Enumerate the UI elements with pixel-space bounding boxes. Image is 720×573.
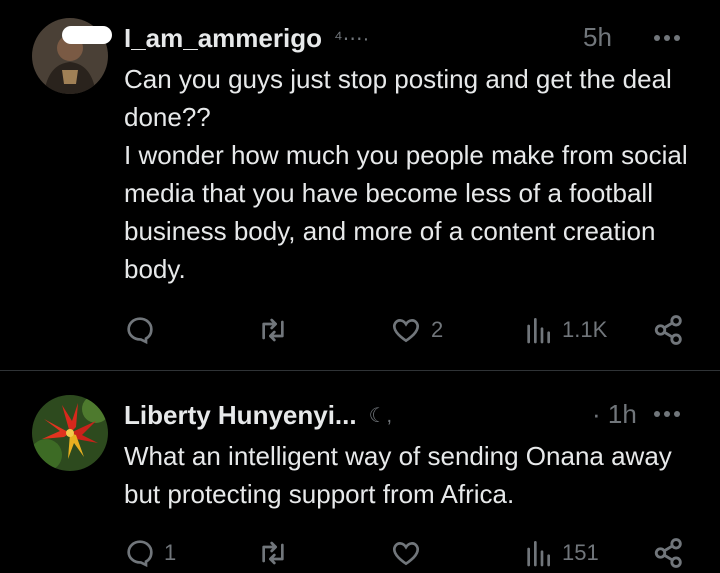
post-text-line: Can you guys just stop posting and get t… [124,64,672,132]
share-icon [654,538,682,568]
avatar-image [32,395,108,471]
timestamp[interactable]: 5h [583,22,612,53]
reply-button[interactable]: 1 [124,533,176,573]
action-bar: 1 151 [124,533,694,573]
reply-icon [127,317,153,345]
handle[interactable]: ⁴⋯· [334,26,369,51]
post-text: What an intelligent way of sending Onana… [124,437,704,513]
more-icon[interactable] [652,409,682,419]
share-button[interactable] [652,533,686,573]
like-button[interactable] [389,533,423,573]
like-button[interactable]: 2 [389,310,443,350]
post-text-line: What an intelligent way of sending Onana… [124,441,672,509]
views-icon [527,541,550,567]
post-2: Liberty Hunyenyi... ☾, · 1h What an inte… [0,371,720,568]
views-button[interactable]: 151 [522,533,599,573]
like-icon [392,319,420,343]
like-icon [392,542,420,566]
post-header: I_am_ammerigo ⁴⋯· [124,18,720,58]
reply-button[interactable] [124,310,156,350]
views-count: 1.1K [562,317,608,342]
views-count: 151 [562,540,599,565]
like-count: 2 [431,317,444,342]
repost-button[interactable] [256,310,290,350]
repost-icon [262,318,284,342]
handle[interactable]: ☾, [369,403,393,428]
post-text-line: I wonder how much you people make from s… [124,140,688,284]
repost-button[interactable] [256,533,290,573]
redaction-mark [62,26,112,44]
timestamp[interactable]: · 1h [592,399,637,430]
username[interactable]: Liberty Hunyenyi... [124,400,357,431]
avatar[interactable] [32,395,108,471]
repost-icon [262,541,284,565]
post-1: I_am_ammerigo ⁴⋯· 5h Can you guys just s… [0,0,720,370]
username[interactable]: I_am_ammerigo [124,23,322,54]
share-button[interactable] [652,310,686,350]
share-icon [654,315,682,345]
action-bar: 2 1.1K [124,310,694,350]
more-icon[interactable] [652,33,682,43]
views-button[interactable]: 1.1K [522,310,607,350]
reply-icon [127,540,153,568]
reply-count: 1 [164,540,177,565]
views-icon [527,318,550,344]
post-text: Can you guys just stop posting and get t… [124,60,704,288]
